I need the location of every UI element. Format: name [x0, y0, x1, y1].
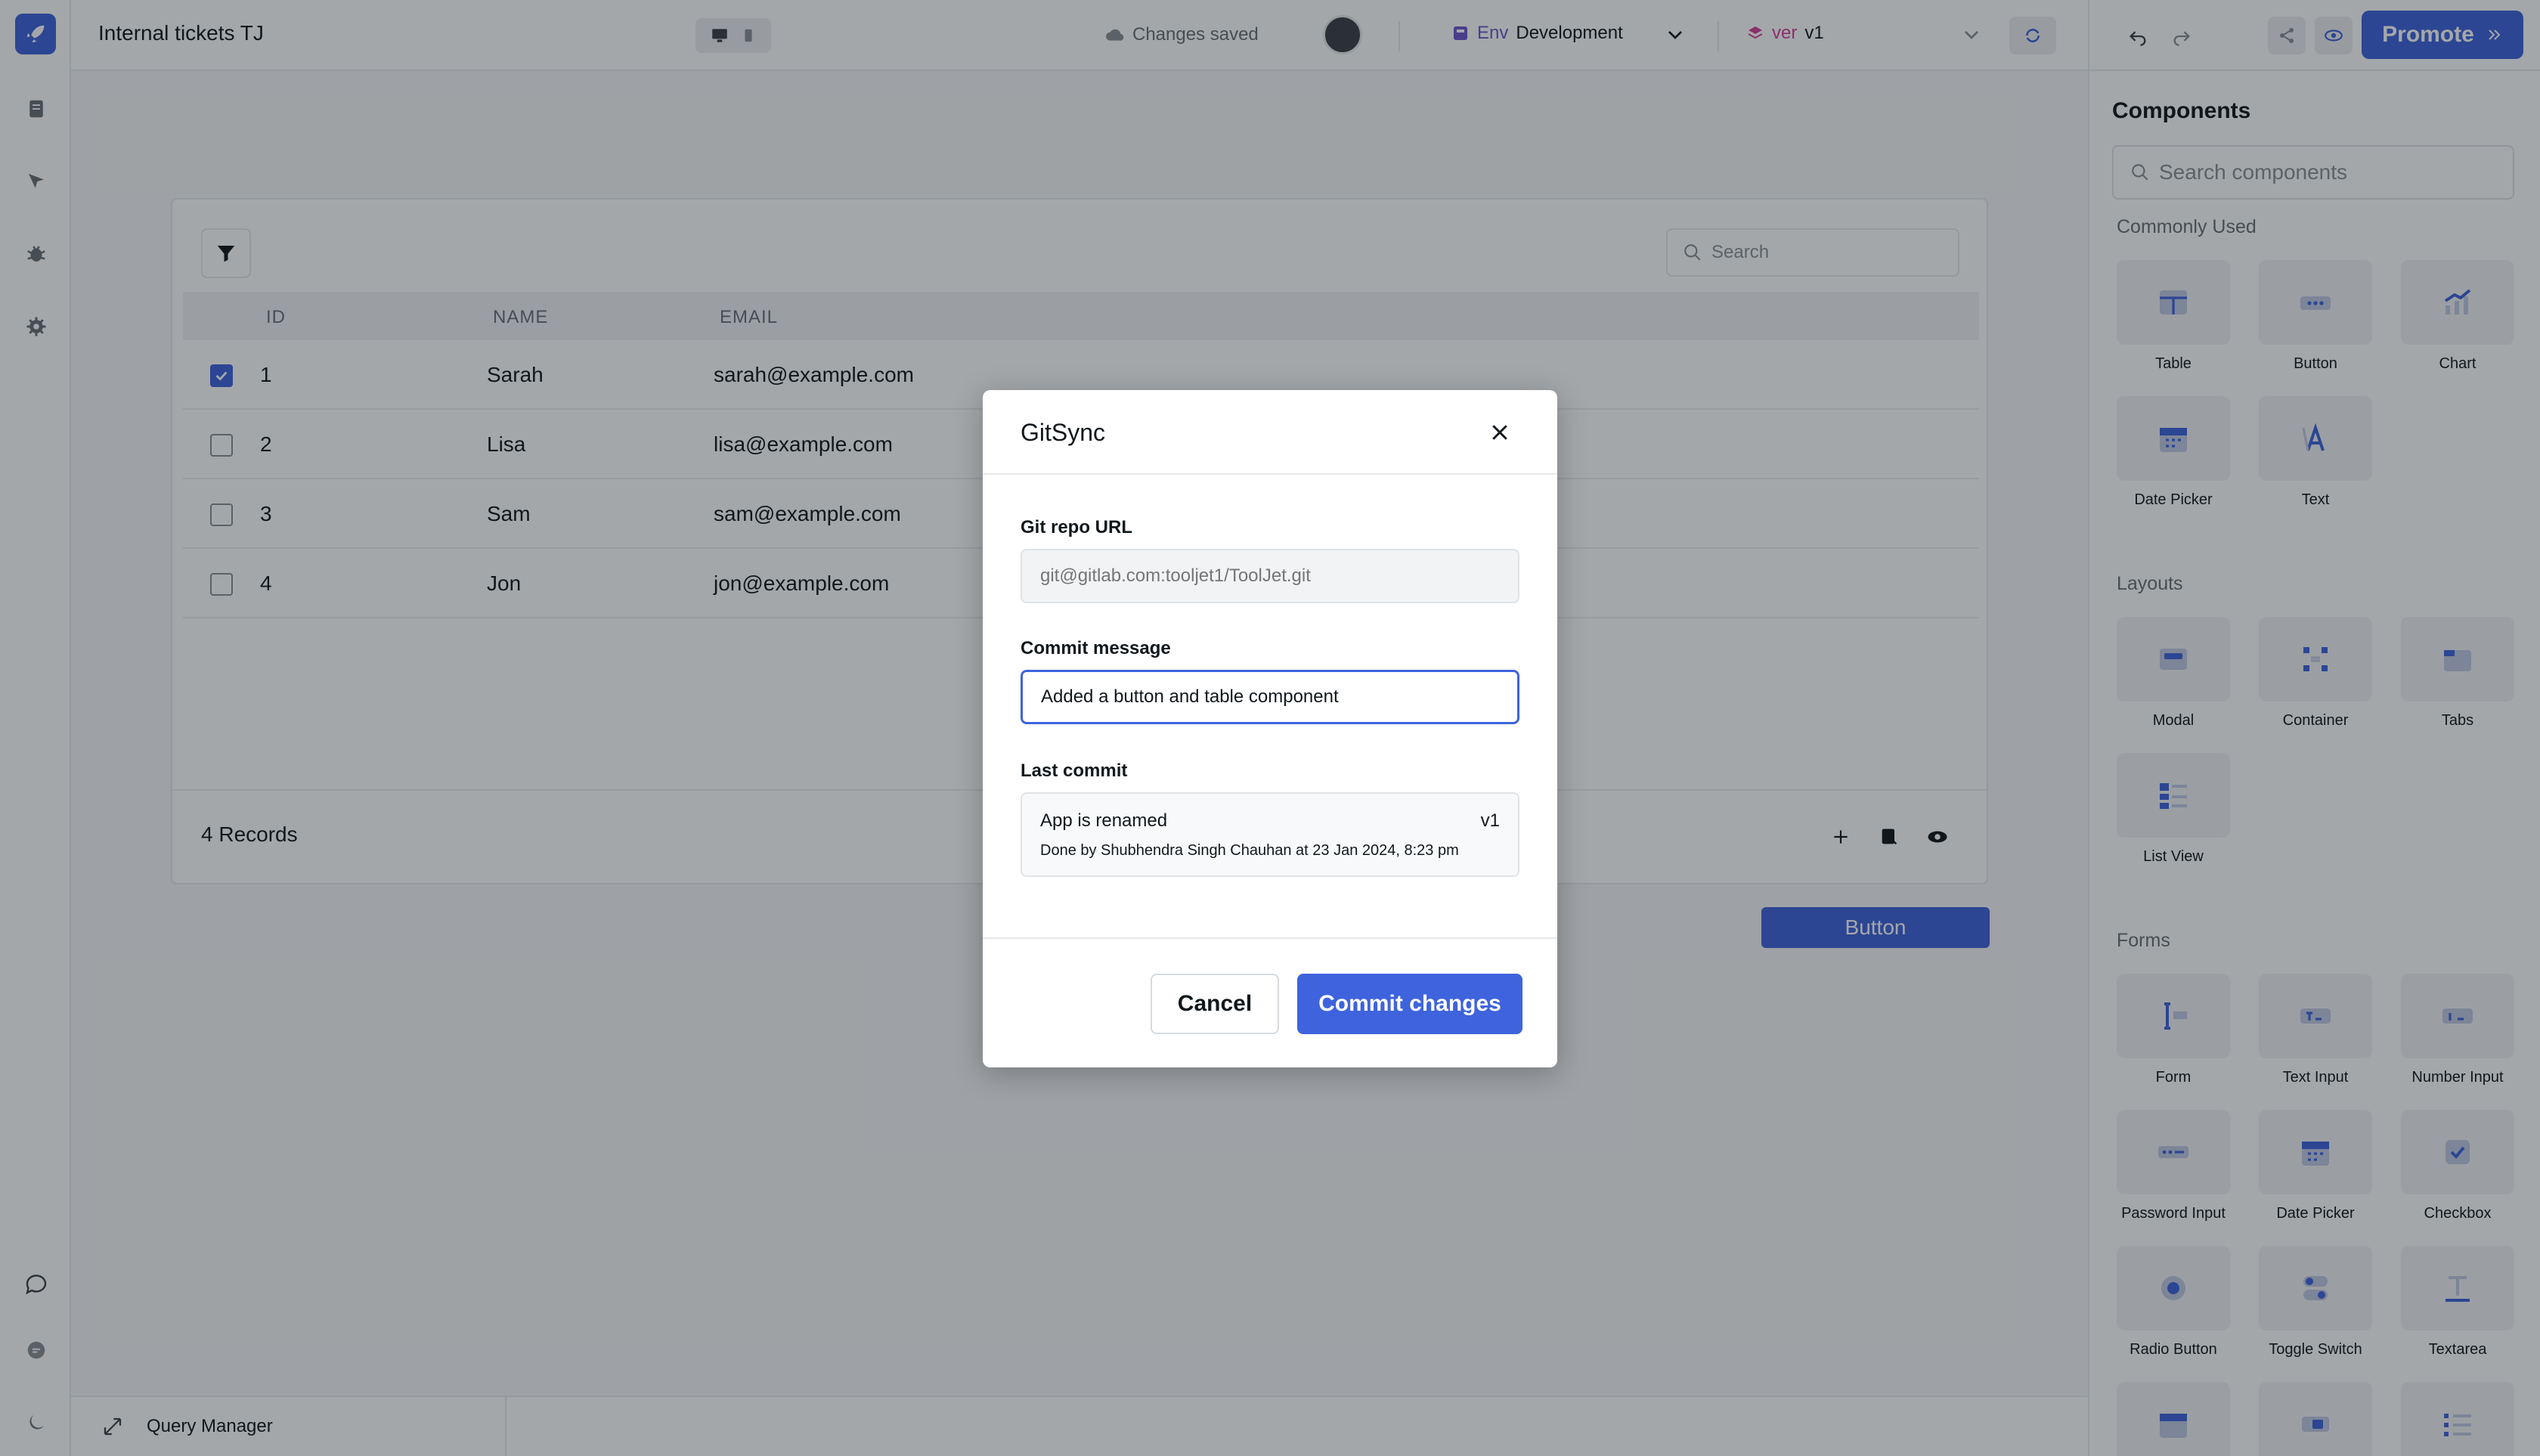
commit-changes-button[interactable]: Commit changes	[1297, 974, 1522, 1034]
modal-header: GitSync	[983, 390, 1557, 475]
last-commit-meta: Done by Shubhendra Singh Chauhan at 23 J…	[1040, 842, 1459, 859]
last-commit-message: App is renamed	[1040, 810, 1168, 831]
modal-title: GitSync	[1021, 419, 1106, 446]
gitsync-modal: GitSync Git repo URL Commit message Last…	[983, 390, 1557, 1067]
repo-url-input[interactable]	[1021, 549, 1519, 603]
repo-url-label: Git repo URL	[1021, 517, 1132, 537]
last-commit-version: v1	[1480, 810, 1500, 831]
last-commit-card: App is renamed v1 Done by Shubhendra Sin…	[1021, 792, 1519, 877]
commit-message-input[interactable]	[1021, 670, 1519, 724]
last-commit-label: Last commit	[1021, 761, 1128, 781]
cancel-button[interactable]: Cancel	[1151, 974, 1279, 1034]
commit-message-label: Commit message	[1021, 638, 1171, 658]
close-icon	[1492, 425, 1507, 440]
close-button[interactable]	[1485, 417, 1515, 448]
modal-footer: Cancel Commit changes	[983, 937, 1557, 1067]
